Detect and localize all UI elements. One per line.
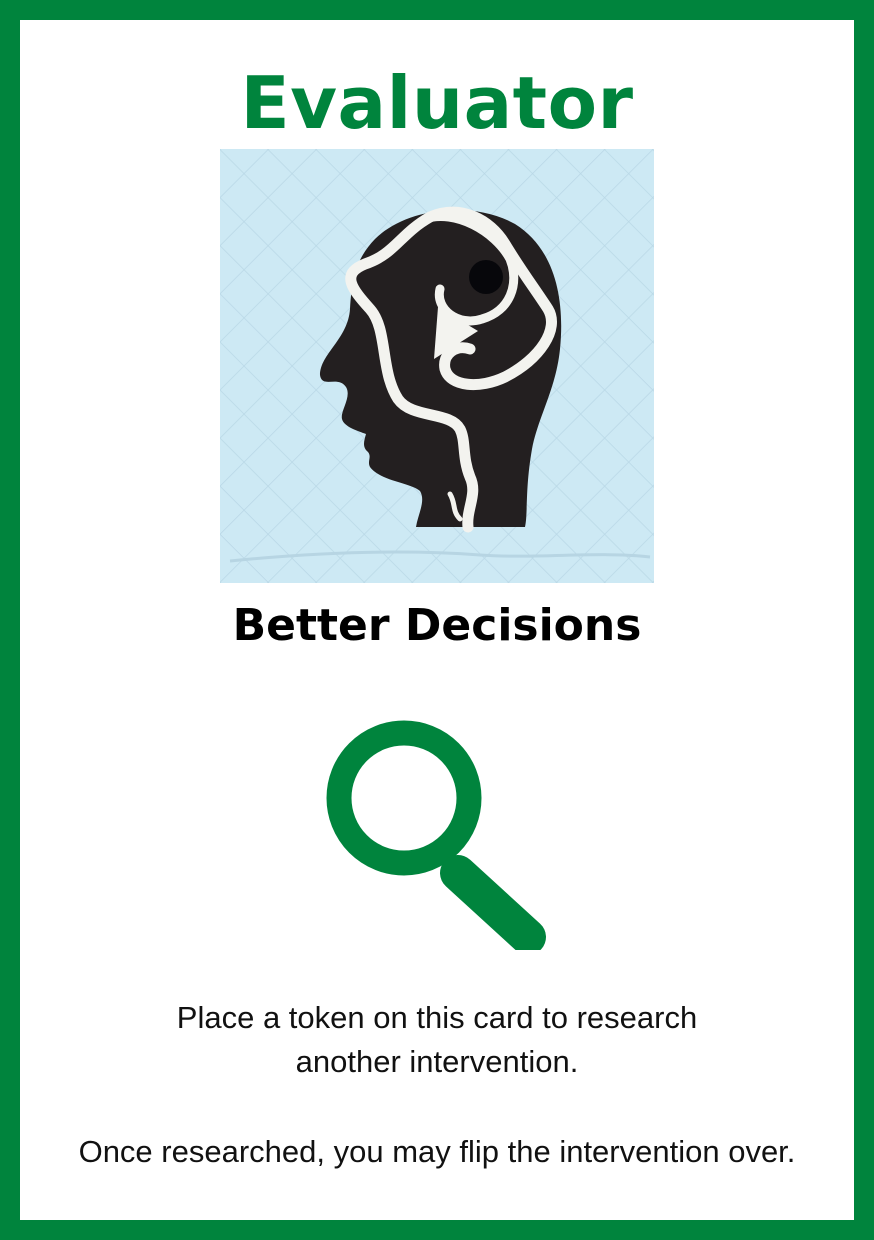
evaluator-card: Evaluator Better Decisions Place a token… xyxy=(0,0,874,1240)
magnifying-glass-icon xyxy=(320,715,550,955)
rule-text-line: Place a token on this card to research xyxy=(176,1000,698,1035)
rule-text-flip: Once researched, you may flip the interv… xyxy=(78,1134,796,1169)
head-profile-illustration xyxy=(220,149,654,583)
rule-text-line: another intervention. xyxy=(295,1044,579,1079)
card-subtitle: Better Decisions xyxy=(232,600,642,651)
rule-text-research: Place a token on this card to research a… xyxy=(20,996,854,1084)
card-title: Evaluator xyxy=(240,61,634,145)
